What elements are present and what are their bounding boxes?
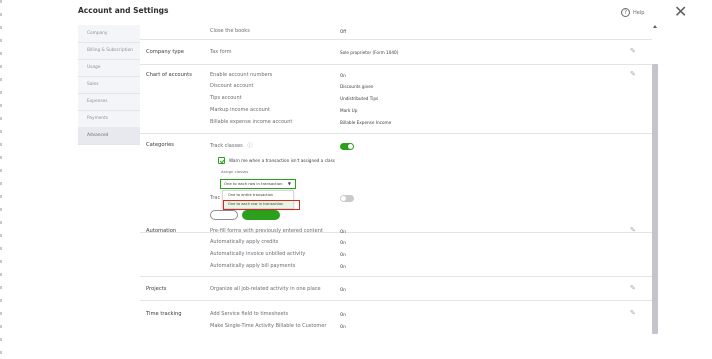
toggle-knob	[348, 144, 353, 149]
track-classes-text: Track classes	[210, 143, 243, 149]
row-value: Mark Up	[340, 108, 358, 113]
row-label: Make Single-Time Activity Billable to Cu…	[210, 323, 327, 329]
section-title: Categories	[146, 142, 174, 148]
cancel-button[interactable]	[210, 210, 238, 220]
section-title: Time tracking	[146, 311, 182, 317]
row-value: On	[340, 252, 346, 257]
track-classes-label: Track classes ⓘ	[210, 142, 252, 149]
divider	[140, 39, 652, 40]
scrollbar-thumb[interactable]	[652, 64, 658, 334]
track-classes-toggle[interactable]	[340, 143, 354, 150]
close-icon[interactable]: ✕	[674, 4, 687, 20]
row-label: Pre-fill forms with previously entered c…	[210, 228, 323, 234]
settings-content: Close the books Off Company type Tax for…	[140, 20, 652, 342]
row-value: On	[340, 287, 346, 292]
section-title: Projects	[146, 286, 167, 292]
sidebar-item-expenses[interactable]: Expenses	[78, 93, 140, 111]
row-label: Discount account	[210, 83, 254, 89]
sidebar-item-sales[interactable]: Sales	[78, 76, 140, 94]
dropdown-option-entire-transaction[interactable]: One to entire transaction	[223, 191, 293, 199]
row-label: Billable expense income account	[210, 119, 293, 125]
tax-form-label: Tax form	[210, 49, 232, 55]
row-label: Tips account	[210, 95, 242, 101]
chevron-down-icon: ▼	[287, 181, 291, 186]
page-title: Account and Settings	[78, 6, 169, 15]
row-value: On	[340, 240, 346, 245]
save-button[interactable]	[242, 210, 280, 220]
scroll-up-arrow-icon[interactable]	[652, 25, 657, 28]
info-icon[interactable]: ⓘ	[247, 143, 252, 149]
track-locations-toggle[interactable]	[340, 195, 354, 202]
row-label: Enable account numbers	[210, 72, 273, 78]
divider	[140, 300, 652, 301]
row-value: On	[340, 229, 346, 234]
track-locations-label: Trac	[210, 195, 221, 201]
row-value: On	[340, 324, 346, 329]
page-edge-guide	[0, 0, 2, 359]
sidebar-item-usage[interactable]: Usage	[78, 59, 140, 77]
row-value: On	[340, 312, 346, 317]
help-button[interactable]: ? Help	[621, 8, 644, 17]
section-title: Automation	[146, 228, 177, 234]
row-value: On	[340, 264, 346, 269]
row-value: Discounts given	[340, 84, 374, 89]
divider	[140, 64, 652, 65]
pencil-icon[interactable]: ✎	[630, 309, 636, 317]
highlight-box	[223, 200, 300, 210]
row-label: Organize all job-related activity in one…	[210, 286, 321, 292]
pencil-icon[interactable]: ✎	[630, 47, 636, 55]
sidebar-item-advanced[interactable]: Advanced	[78, 127, 140, 145]
close-books-label: Close the books	[210, 28, 250, 34]
section-title: Chart of accounts	[146, 72, 192, 78]
row-label: Add Service field to timesheets	[210, 311, 289, 317]
row-label: Automatically invoice unbilled activity	[210, 251, 306, 257]
sidebar-item-company[interactable]: Company	[78, 25, 140, 43]
settings-sidebar: Company Billing & Subscription Usage Sal…	[78, 25, 140, 145]
pencil-icon[interactable]: ✎	[630, 70, 636, 78]
sidebar-item-billing[interactable]: Billing & Subscription	[78, 42, 140, 60]
sidebar-item-payments[interactable]: Payments	[78, 110, 140, 128]
warn-unassigned-class-label: Warn me when a transaction isn't assigne…	[229, 158, 335, 163]
assign-classes-selected-value: One to each row in transaction	[224, 181, 283, 186]
content-scrollbar[interactable]	[652, 20, 658, 342]
row-value: Undistributed Tips	[340, 96, 379, 101]
warn-unassigned-class-checkbox[interactable]	[218, 157, 225, 164]
toggle-knob	[341, 196, 346, 201]
help-label: Help	[633, 9, 645, 16]
row-label: Automatically apply bill payments	[210, 263, 296, 269]
assign-classes-label: Assign classes	[221, 169, 249, 174]
section-title: Company type	[146, 49, 184, 55]
pencil-icon[interactable]: ✎	[630, 226, 636, 234]
row-label: Automatically apply credits	[210, 239, 279, 245]
divider	[140, 133, 652, 134]
row-label: Markup income account	[210, 107, 270, 113]
pencil-icon[interactable]: ✎	[630, 284, 636, 292]
row-value: On	[340, 73, 346, 78]
assign-classes-select[interactable]: One to each row in transaction ▼	[220, 179, 296, 189]
close-books-value: Off	[340, 29, 347, 34]
row-value: Billable Expense Income	[340, 120, 392, 125]
divider	[140, 276, 652, 277]
help-icon: ?	[621, 8, 630, 17]
tax-form-value: Sole proprietor (Form 1040)	[340, 50, 399, 55]
